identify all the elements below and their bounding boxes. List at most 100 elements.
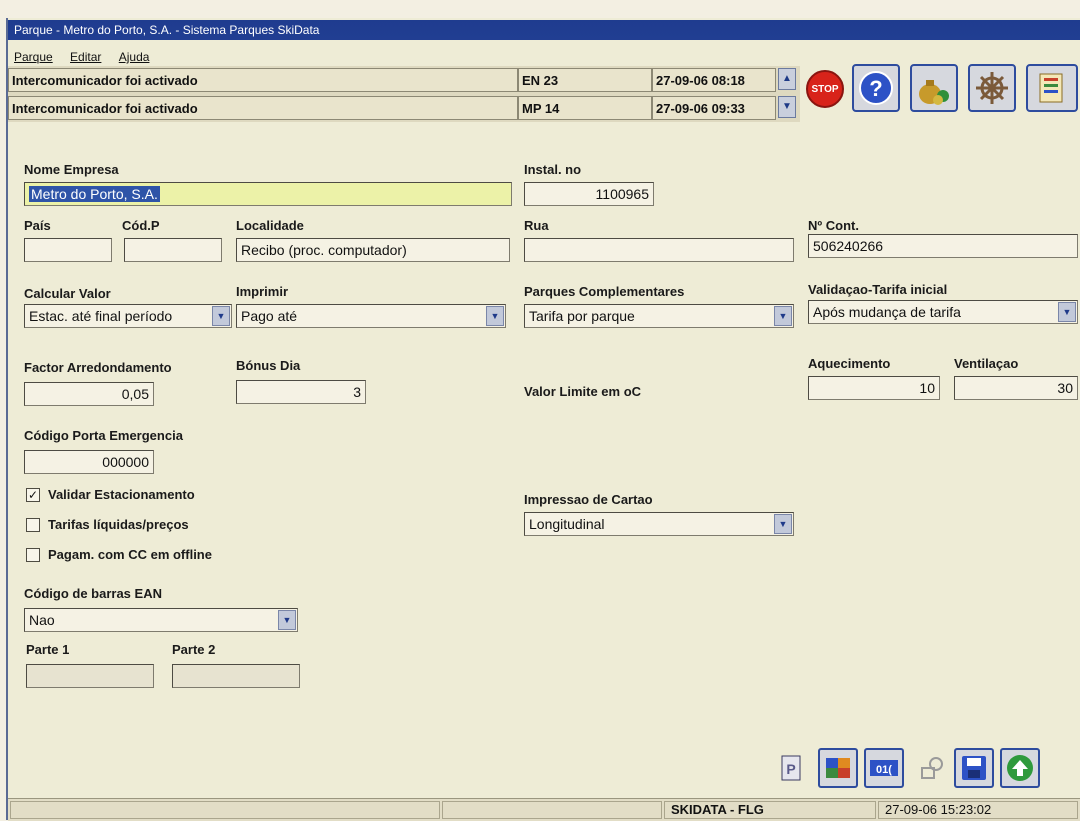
tarifas-liquidas-checkbox[interactable] [26,518,40,532]
impressao-cartao-select[interactable]: Longitudinal ▼ [524,512,794,536]
factor-arredondamento-input[interactable]: 0,05 [24,382,154,406]
factor-arredondamento-label: Factor Arredondamento [24,360,172,375]
svg-text:P: P [786,761,795,777]
codigo-porta-input[interactable]: 000000 [24,450,154,474]
help-button[interactable]: ? [852,64,900,112]
key-icon [921,757,943,779]
chevron-down-icon[interactable]: ▼ [486,306,504,326]
nome-empresa-input[interactable]: Metro do Porto, S.A. [24,182,512,206]
parte1-input[interactable] [26,664,154,688]
window-title: Parque - Metro do Porto, S.A. - Sistema … [8,20,1080,40]
ship-wheel-icon [976,72,1008,104]
parques-complementares-label: Parques Complementares [524,284,685,299]
settings-button[interactable] [968,64,1016,112]
instal-no-input[interactable]: 1100965 [524,182,654,206]
main-window: Parque - Metro do Porto, S.A. - Sistema … [6,18,1080,821]
validar-estacionamento-label: Validar Estacionamento [48,487,195,502]
impressao-cartao-value: Longitudinal [529,516,605,532]
status-station: SKIDATA - FLG [664,801,876,819]
scroll-up-button[interactable]: ▲ [778,68,796,90]
calcular-valor-select[interactable]: Estac. até final período ▼ [24,304,232,328]
stop-button[interactable]: STOP [806,70,844,108]
cod-p-label: Cód.P [122,218,160,233]
pais-input[interactable] [24,238,112,262]
chevron-down-icon[interactable]: ▼ [278,610,296,630]
ventilacao-input[interactable]: 30 [954,376,1078,400]
aquecimento-input[interactable]: 10 [808,376,940,400]
save-icon [962,756,986,780]
rua-label: Rua [524,218,549,233]
codigo-porta-label: Código Porta Emergencia [24,428,183,443]
parte1-label: Parte 1 [26,642,70,657]
menu-editar[interactable]: Editar [70,50,101,64]
print-button[interactable]: P [772,748,812,788]
number-button[interactable]: 01( [864,748,904,788]
validacao-tarifa-label: Validaçao-Tarifa inicial [808,282,948,297]
tarifas-liquidas-label: Tarifas líquidas/preços [48,517,189,532]
status-cell-1 [10,801,440,819]
svg-text:01(: 01( [876,764,892,776]
go-icon [1007,755,1033,781]
tariff-button[interactable] [818,748,858,788]
validacao-tarifa-select[interactable]: Após mudança de tarifa ▼ [808,300,1078,324]
alarm-device: MP 14 [518,96,652,120]
svg-text:?: ? [869,76,882,101]
parte2-input[interactable] [172,664,300,688]
calcular-valor-value: Estac. até final período [29,308,173,324]
alarm-row[interactable]: Intercomunicador foi activado EN 23 27-0… [8,68,800,94]
codigo-barras-select[interactable]: Nao ▼ [24,608,298,632]
imprimir-select[interactable]: Pago até ▼ [236,304,506,328]
codigo-barras-value: Nao [29,612,55,628]
bonus-dia-input[interactable]: 3 [236,380,366,404]
nome-empresa-value: Metro do Porto, S.A. [29,186,160,202]
pagam-cc-checkbox[interactable] [26,548,40,562]
n-cont-label: Nº Cont. [808,218,859,233]
help-icon: ? [859,71,893,105]
alarm-timestamp: 27-09-06 08:18 [652,68,776,92]
stop-icon: STOP [811,83,839,95]
localidade-label: Localidade [236,218,304,233]
parques-complementares-value: Tarifa por parque [529,308,635,324]
alarm-message: Intercomunicador foi activado [8,68,518,92]
report-icon [1039,73,1063,103]
alarm-timestamp: 27-09-06 09:33 [652,96,776,120]
bonus-dia-label: Bónus Dia [236,358,301,373]
validar-estacionamento-checkbox[interactable]: ✓ [26,488,40,502]
impressao-cartao-label: Impressao de Cartao [524,492,653,507]
chevron-down-icon[interactable]: ▼ [774,514,792,534]
number-icon: 01( [870,760,898,776]
localidade-input[interactable]: Recibo (proc. computador) [236,238,510,262]
report-button[interactable] [1026,64,1078,112]
cod-p-input[interactable] [124,238,222,262]
imprimir-label: Imprimir [236,284,289,299]
go-button[interactable] [1000,748,1040,788]
scroll-down-button[interactable]: ▼ [778,96,796,118]
instal-no-label: Instal. no [524,162,582,177]
rua-input[interactable] [524,238,794,262]
valor-limite-label: Valor Limite em oC [524,384,642,399]
money-bag-icon [919,80,949,105]
print-icon: P [781,755,801,781]
chevron-down-icon[interactable]: ▼ [774,306,792,326]
menu-parque[interactable]: Parque [14,50,53,64]
money-button[interactable] [910,64,958,112]
pagam-cc-label: Pagam. com CC em offline [48,547,212,562]
menu-ajuda[interactable]: Ajuda [119,50,150,64]
ventilacao-label: Ventilaçao [954,356,1019,371]
chevron-down-icon[interactable]: ▼ [212,306,230,326]
save-button[interactable] [954,748,994,788]
nome-empresa-label: Nome Empresa [24,162,119,177]
tariff-icon [826,758,850,778]
key-button[interactable] [912,748,952,788]
parques-complementares-select[interactable]: Tarifa por parque ▼ [524,304,794,328]
codigo-barras-label: Código de barras EAN [24,586,162,601]
validacao-tarifa-value: Após mudança de tarifa [813,304,961,320]
alarm-message: Intercomunicador foi activado [8,96,518,120]
chevron-down-icon[interactable]: ▼ [1058,302,1076,322]
n-cont-input[interactable]: 506240266 [808,234,1078,258]
alarm-device: EN 23 [518,68,652,92]
status-bar: SKIDATA - FLG 27-09-06 15:23:02 [8,798,1080,821]
alarm-row[interactable]: Intercomunicador foi activado MP 14 27-0… [8,96,800,122]
parte2-label: Parte 2 [172,642,216,657]
imprimir-value: Pago até [241,308,298,324]
